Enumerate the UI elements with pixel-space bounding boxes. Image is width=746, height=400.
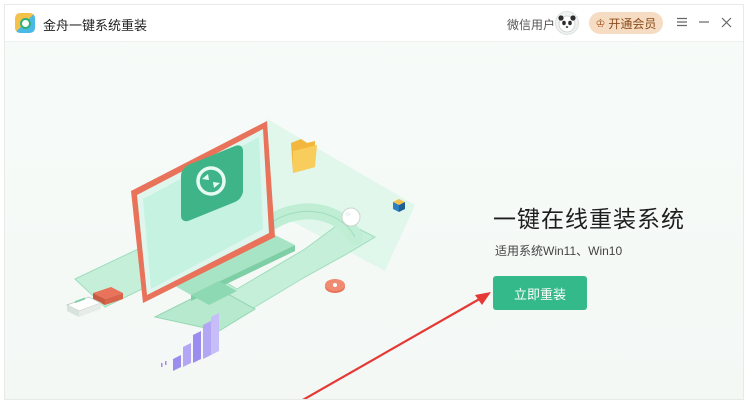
vip-label: 开通会员 [608,16,657,31]
app-window: 金舟一键系统重装 微信用户 ♔ 开通会员 一键在线重装系统 适用系统Win11、… [4,4,744,400]
menu-icon[interactable] [673,13,691,31]
supported-systems-text: 适用系统Win11、Win10 [495,244,623,258]
reinstall-now-button[interactable]: 立即重装 [493,276,587,310]
close-icon[interactable] [717,13,735,31]
panda-avatar-icon[interactable] [555,11,579,35]
user-name[interactable]: 微信用户 [507,16,555,33]
app-logo-icon [15,13,35,33]
crown-icon: ♔ [595,17,606,30]
minimize-icon[interactable] [695,13,713,31]
app-title: 金舟一键系统重装 [43,18,148,33]
title-bar: 金舟一键系统重装 微信用户 ♔ 开通会员 [5,5,743,42]
vip-button[interactable]: ♔ 开通会员 [589,12,663,34]
reinstall-illustration [65,119,415,371]
page-headline: 一键在线重装系统 [493,206,685,232]
